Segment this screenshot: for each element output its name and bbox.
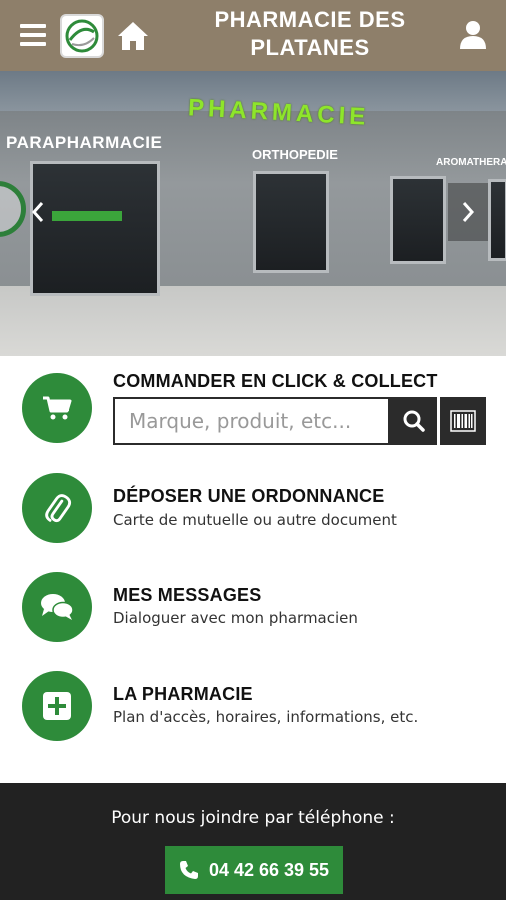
click-collect-title[interactable]: COMMANDER EN CLICK & COLLECT xyxy=(113,371,438,392)
sign-aromatherapie: AROMATHERAPIE xyxy=(436,157,506,168)
barcode-icon xyxy=(450,410,476,432)
ordonnance-button[interactable] xyxy=(22,473,92,543)
hamburger-menu-icon[interactable] xyxy=(20,24,46,46)
phone-number: 04 42 66 39 55 xyxy=(208,859,330,880)
messages-button[interactable] xyxy=(22,572,92,642)
paperclip-icon xyxy=(45,494,72,523)
search-icon xyxy=(403,410,425,432)
chevron-right-icon xyxy=(462,202,475,222)
sign-orthopedie: ORTHOPEDIE xyxy=(252,147,338,162)
carousel-next-button[interactable] xyxy=(448,183,488,241)
ordonnance-subtitle: Carte de mutuelle ou autre document xyxy=(113,511,397,529)
user-icon[interactable] xyxy=(459,20,487,50)
messages-title[interactable]: MES MESSAGES xyxy=(113,585,261,606)
pharmacie-title[interactable]: LA PHARMACIE xyxy=(113,684,253,705)
app-header: PHARMACIE DES PLATANES xyxy=(0,0,506,71)
click-collect-button[interactable] xyxy=(22,373,92,443)
phone-label: Pour nous joindre par téléphone : xyxy=(111,808,395,828)
search-input[interactable]: Marque, produit, etc... xyxy=(113,397,390,445)
contact-footer: Pour nous joindre par téléphone : 04 42 … xyxy=(0,783,506,900)
ordonnance-title[interactable]: DÉPOSER UNE ORDONNANCE xyxy=(113,486,384,507)
messages-subtitle: Dialoguer avec mon pharmacien xyxy=(113,609,358,627)
page-title: PHARMACIE DES PLATANES xyxy=(214,7,406,60)
sign-parapharmacie: PARAPHARMACIE xyxy=(6,133,163,152)
logo[interactable] xyxy=(60,14,104,58)
cart-icon xyxy=(43,396,72,420)
chevron-left-icon xyxy=(31,202,44,222)
phone-icon xyxy=(179,861,198,879)
plus-square-icon xyxy=(43,692,71,720)
home-icon[interactable] xyxy=(116,20,150,52)
storefront-carousel[interactable]: PHARMACIE PARAPHARMACIE ORTHOPEDIE AROMA… xyxy=(0,71,506,356)
pharmacie-info-button[interactable] xyxy=(22,671,92,741)
search-button[interactable] xyxy=(390,397,437,445)
chat-bubbles-icon xyxy=(41,594,74,620)
barcode-scan-button[interactable] xyxy=(440,397,486,445)
pharmacie-subtitle: Plan d'accès, horaires, informations, et… xyxy=(113,708,419,726)
call-button[interactable]: 04 42 66 39 55 xyxy=(165,846,343,894)
carousel-prev-button[interactable] xyxy=(18,183,58,241)
